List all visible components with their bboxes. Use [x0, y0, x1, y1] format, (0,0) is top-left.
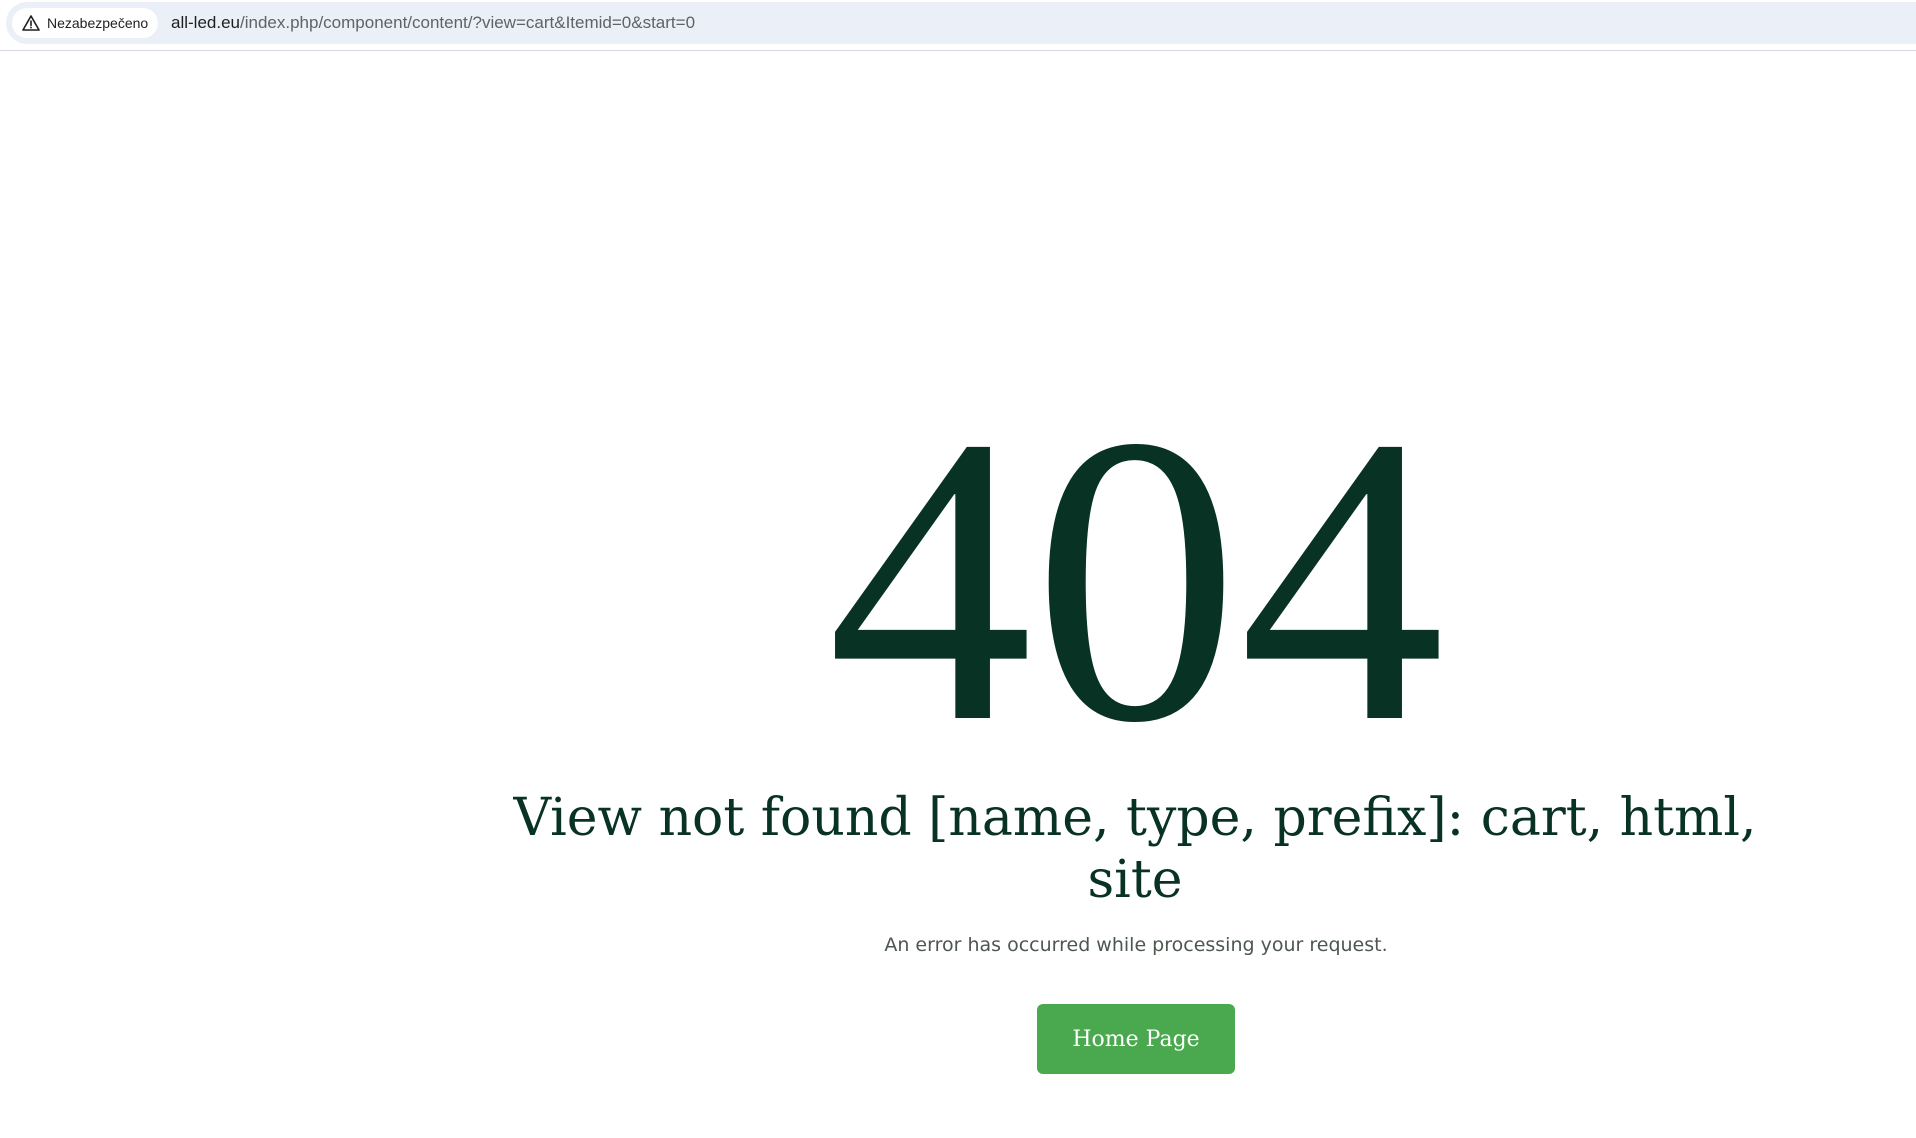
security-indicator[interactable]: Nezabezpečeno [12, 8, 159, 38]
url-text[interactable]: all-led.eu/index.php/component/content/?… [171, 2, 695, 44]
error-title: View not found [name, type, prefix]: car… [513, 788, 1757, 910]
browser-toolbar: Nezabezpečeno all-led.eu/index.php/compo… [0, 0, 1916, 51]
error-description: An error has occurred while processing y… [884, 934, 1388, 956]
error-code: 404 [827, 352, 1445, 808]
security-label: Nezabezpečeno [47, 15, 149, 31]
error-page: 404 View not found [name, type, prefix]:… [0, 52, 1916, 1138]
address-bar[interactable]: Nezabezpečeno all-led.eu/index.php/compo… [6, 2, 1916, 44]
home-page-button[interactable]: Home Page [1037, 1004, 1235, 1074]
url-domain: all-led.eu [171, 13, 240, 32]
warning-triangle-icon [22, 14, 40, 32]
url-path: /index.php/component/content/?view=cart&… [240, 13, 696, 32]
